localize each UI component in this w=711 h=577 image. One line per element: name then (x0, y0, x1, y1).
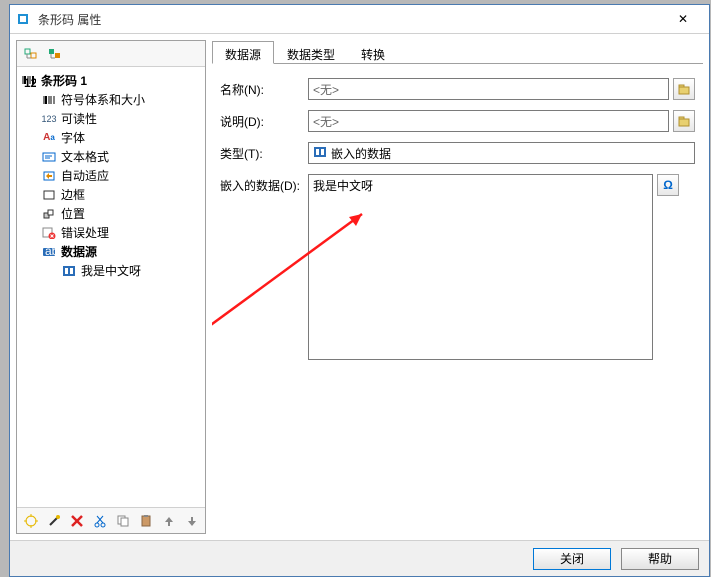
row-name: 名称(N): (220, 78, 695, 100)
close-button[interactable]: ✕ (663, 5, 703, 33)
type-display[interactable]: 嵌入的数据 (308, 142, 695, 164)
name-input[interactable] (308, 78, 669, 100)
tree-item-label: 字体 (61, 129, 85, 146)
barcode-small-icon (41, 92, 57, 108)
copy-button[interactable] (113, 511, 132, 531)
type-value: 嵌入的数据 (331, 145, 391, 162)
barcode-icon: 123 (21, 73, 37, 89)
tree-item-label: 自动适应 (61, 167, 109, 184)
close-dialog-button[interactable]: 关闭 (533, 548, 611, 570)
row-type: 类型(T): 嵌入的数据 (220, 142, 695, 164)
datasource-icon: ab (41, 244, 57, 260)
tree-item-label: 边框 (61, 186, 85, 203)
svg-text:ab: ab (45, 246, 56, 258)
symbol-button[interactable]: Ω (657, 174, 679, 196)
tree-item-error[interactable]: 错误处理 (17, 223, 205, 242)
bottom-toolbar (17, 507, 205, 533)
error-icon (41, 225, 57, 241)
tree-item-font[interactable]: Aa 字体 (17, 128, 205, 147)
left-toolbar (17, 41, 205, 67)
autofit-icon (41, 168, 57, 184)
tree-item-textformat[interactable]: 文本格式 (17, 147, 205, 166)
type-label: 类型(T): (220, 142, 308, 162)
tree-item-label: 我是中文呀 (81, 262, 141, 279)
tree-item-label: 符号体系和大小 (61, 91, 145, 108)
tree-item-label: 可读性 (61, 110, 97, 127)
tree-item-readability[interactable]: 123 可读性 (17, 109, 205, 128)
move-up-button[interactable] (159, 511, 178, 531)
tree-root[interactable]: 123 条形码 1 (17, 71, 205, 90)
collapse-all-button[interactable] (45, 44, 65, 64)
embedded-data-textarea[interactable] (308, 174, 653, 360)
dialog-footer: 关闭 帮助 (10, 540, 709, 576)
tree-item-label: 错误处理 (61, 224, 109, 241)
tree-item-symbology[interactable]: 符号体系和大小 (17, 90, 205, 109)
tab-bar: 数据源 数据类型 转换 (212, 40, 703, 64)
desc-input[interactable] (308, 110, 669, 132)
tree-item-label: 位置 (61, 205, 85, 222)
desc-label: 说明(D): (220, 110, 308, 130)
tree-item-border[interactable]: 边框 (17, 185, 205, 204)
tree-item-label: 数据源 (61, 243, 97, 260)
move-down-button[interactable] (182, 511, 201, 531)
row-data: 嵌入的数据(D): Ω (220, 174, 695, 360)
embedded-data-icon (61, 263, 77, 279)
desc-browse-button[interactable] (673, 110, 695, 132)
dialog-body: 123 条形码 1 符号体系和大小 123 可读性 Aa 字体 (10, 34, 709, 540)
form-area: 名称(N): 说明(D): (212, 64, 703, 534)
tab-datatype[interactable]: 数据类型 (274, 41, 348, 64)
paste-button[interactable] (136, 511, 155, 531)
wizard-button[interactable] (44, 511, 63, 531)
tree-root-label: 条形码 1 (41, 72, 87, 89)
tab-datasource[interactable]: 数据源 (212, 41, 274, 64)
font-icon: Aa (41, 130, 57, 146)
tab-transform[interactable]: 转换 (348, 41, 398, 64)
dialog-window: 条形码 属性 ✕ 123 条形码 1 (9, 4, 710, 577)
new-button[interactable] (21, 511, 40, 531)
number-icon: 123 (41, 111, 57, 127)
tree-item-autofit[interactable]: 自动适应 (17, 166, 205, 185)
embedded-data-icon (313, 146, 327, 161)
svg-text:123: 123 (24, 76, 36, 87)
data-label: 嵌入的数据(D): (220, 174, 308, 194)
expand-all-button[interactable] (21, 44, 41, 64)
delete-button[interactable] (67, 511, 86, 531)
tree-item-datasource[interactable]: ab 数据源 (17, 242, 205, 261)
name-browse-button[interactable] (673, 78, 695, 100)
window-title: 条形码 属性 (38, 11, 663, 28)
help-button[interactable]: 帮助 (621, 548, 699, 570)
titlebar: 条形码 属性 ✕ (10, 5, 709, 34)
textformat-icon (41, 149, 57, 165)
property-tree[interactable]: 123 条形码 1 符号体系和大小 123 可读性 Aa 字体 (17, 67, 205, 507)
tree-item-position[interactable]: 位置 (17, 204, 205, 223)
border-icon (41, 187, 57, 203)
position-icon (41, 206, 57, 222)
app-icon (16, 11, 32, 27)
row-desc: 说明(D): (220, 110, 695, 132)
right-panel: 数据源 数据类型 转换 名称(N): 说明(D): (212, 40, 703, 534)
left-panel: 123 条形码 1 符号体系和大小 123 可读性 Aa 字体 (16, 40, 206, 534)
name-label: 名称(N): (220, 78, 308, 98)
cut-button[interactable] (90, 511, 109, 531)
tree-item-datasource-child[interactable]: 我是中文呀 (17, 261, 205, 280)
tree-item-label: 文本格式 (61, 148, 109, 165)
